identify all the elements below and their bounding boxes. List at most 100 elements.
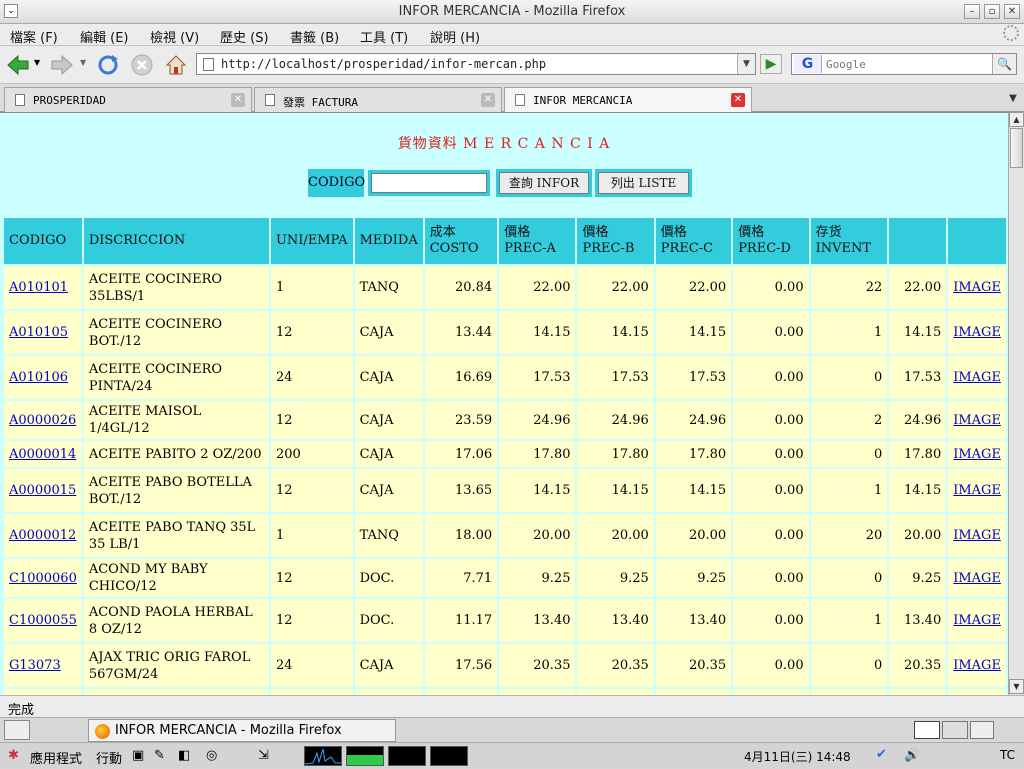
scroll-down-icon[interactable]: ▼ bbox=[1009, 679, 1024, 694]
codigo-link[interactable]: A010105 bbox=[9, 325, 68, 340]
menu-view[interactable]: 檢視 (V) bbox=[150, 27, 199, 46]
liste-button[interactable]: 列出 LISTE bbox=[595, 169, 692, 197]
cell-prec-c: 22.00 bbox=[655, 266, 732, 309]
url-dropdown-icon[interactable]: ▼ bbox=[737, 54, 755, 74]
cell-costo: 13.65 bbox=[424, 469, 498, 512]
codigo-input[interactable] bbox=[371, 173, 487, 193]
firefox-tray-icon[interactable] bbox=[970, 721, 994, 739]
codigo-label: CODIGO bbox=[308, 169, 365, 197]
menu-bookmarks[interactable]: 書籤 (B) bbox=[290, 27, 339, 46]
cell-prec-c: 17.53 bbox=[655, 356, 732, 399]
volume-icon[interactable]: 🔊 bbox=[904, 748, 920, 763]
url-bar[interactable]: http://localhost/prosperidad/infor-merca… bbox=[196, 53, 756, 75]
cell-prec-b: 20.00 bbox=[577, 514, 654, 557]
menu-history[interactable]: 歷史 (S) bbox=[220, 27, 269, 46]
stop-icon[interactable] bbox=[130, 53, 154, 77]
google-engine-icon[interactable]: G bbox=[794, 55, 822, 73]
reload-icon[interactable] bbox=[96, 53, 120, 77]
home-icon[interactable] bbox=[164, 53, 188, 77]
minimize-icon[interactable]: – bbox=[964, 4, 980, 19]
workspace-2[interactable] bbox=[942, 721, 968, 739]
header-blank-image bbox=[948, 218, 1006, 264]
web-browser-icon[interactable]: ◎ bbox=[206, 748, 217, 763]
table-row: A0000014 ACEITE PABITO 2 OZ/200 200 CAJA 17.… bbox=[4, 441, 1006, 467]
apps-menu-icon[interactable]: ✱ bbox=[8, 748, 19, 763]
image-link[interactable]: IMAGE bbox=[953, 613, 1001, 628]
cpu-graph-icon bbox=[304, 748, 341, 765]
codigo-link[interactable]: A0000014 bbox=[9, 447, 76, 462]
tab-prosperidad[interactable]: PROSPERIDAD ✕ bbox=[4, 87, 252, 112]
tab-bar: PROSPERIDAD ✕ 發票 FACTURA ✕ INFOR MERCANC… bbox=[0, 84, 1024, 113]
image-link[interactable]: IMAGE bbox=[953, 483, 1001, 498]
codigo-link[interactable]: A010106 bbox=[9, 370, 68, 385]
status-text: 完成 bbox=[8, 703, 35, 718]
codigo-link[interactable]: C1000060 bbox=[9, 571, 77, 586]
go-icon[interactable]: ▶ bbox=[760, 54, 782, 74]
page-icon bbox=[203, 58, 214, 71]
codigo-link[interactable]: A0000015 bbox=[9, 483, 76, 498]
search-icon[interactable]: 🔍 bbox=[992, 54, 1016, 74]
codigo-link[interactable]: G13073 bbox=[9, 658, 61, 673]
menu-file[interactable]: 檔案 (F) bbox=[10, 27, 58, 46]
forward-icon[interactable] bbox=[50, 53, 74, 77]
search-input[interactable] bbox=[826, 56, 986, 72]
table-row: G13073 AJAX TRIC ORIG FAROL 567GM/24 24 CAJ… bbox=[4, 644, 1006, 687]
codigo-link[interactable]: A0000026 bbox=[9, 413, 76, 428]
cell-prec-c: 20.00 bbox=[655, 514, 732, 557]
tab-list-icon[interactable]: ▼ bbox=[1004, 90, 1022, 108]
cell-medida: DOC. bbox=[354, 559, 423, 597]
close-tab-icon[interactable]: ✕ bbox=[231, 93, 245, 107]
image-link[interactable]: IMAGE bbox=[953, 280, 1001, 295]
close-tab-icon[interactable]: ✕ bbox=[731, 93, 745, 107]
menu-edit[interactable]: 編輯 (E) bbox=[80, 27, 129, 46]
tab-factura[interactable]: 發票 FACTURA ✕ bbox=[254, 87, 502, 112]
image-link[interactable]: IMAGE bbox=[953, 370, 1001, 385]
infor-button[interactable]: 查詢 INFOR bbox=[496, 169, 592, 197]
cell-codigo: A0000015 bbox=[4, 469, 82, 512]
codigo-link[interactable]: A010101 bbox=[9, 280, 68, 295]
maximize-icon[interactable]: ▫ bbox=[984, 4, 1000, 19]
apps-menu[interactable]: 應用程式 bbox=[30, 748, 82, 767]
workspace-1[interactable] bbox=[914, 721, 940, 739]
close-tab-icon[interactable]: ✕ bbox=[481, 93, 495, 107]
status-bar: 完成 bbox=[0, 695, 1024, 718]
table-row: A0000026 ACEITE MAISOL 1/4GL/12 12 CAJA 23.5… bbox=[4, 401, 1006, 439]
codigo-link[interactable]: C1000055 bbox=[9, 613, 77, 628]
image-link[interactable]: IMAGE bbox=[953, 413, 1001, 428]
image-link[interactable]: IMAGE bbox=[953, 447, 1001, 462]
cell-image: IMAGE bbox=[948, 266, 1006, 309]
image-link[interactable]: IMAGE bbox=[953, 325, 1001, 340]
cell-prec-c: 20.35 bbox=[655, 644, 732, 687]
cell-costo: 20.84 bbox=[424, 266, 498, 309]
back-icon[interactable] bbox=[6, 53, 30, 77]
scroll-up-icon[interactable]: ▲ bbox=[1009, 112, 1024, 127]
exit-icon[interactable]: ⇲ bbox=[258, 748, 269, 763]
cell-costo: 17.56 bbox=[424, 644, 498, 687]
cell-discriccion: ACEITE PABO BOTELLA BOT./12 bbox=[83, 469, 269, 512]
image-link[interactable]: IMAGE bbox=[953, 528, 1001, 543]
tab-infor-mercancia[interactable]: INFOR MERCANCIA ✕ bbox=[504, 87, 752, 113]
taskbar-window-button[interactable]: INFOR MERCANCIA - Mozilla Firefox bbox=[88, 719, 396, 742]
screenshot-icon[interactable]: ◧ bbox=[178, 748, 190, 763]
cell-invent: 2 bbox=[810, 401, 888, 439]
table-row: C1000060 ACOND MY BABY CHICO/12 12 DOC. 7.71… bbox=[4, 559, 1006, 597]
vertical-scrollbar[interactable]: ▲ ▼ bbox=[1008, 112, 1024, 695]
close-icon[interactable]: ✕ bbox=[1004, 4, 1020, 19]
codigo-link[interactable]: A0000012 bbox=[9, 528, 76, 543]
show-desktop-icon[interactable] bbox=[4, 720, 30, 740]
input-method[interactable]: TC bbox=[1000, 748, 1015, 762]
forward-dropdown-icon[interactable]: ▼ bbox=[80, 58, 86, 67]
clock[interactable]: 4月11日(三) 14:48 bbox=[744, 748, 851, 765]
back-dropdown-icon[interactable]: ▼ bbox=[34, 58, 40, 67]
image-link[interactable]: IMAGE bbox=[953, 658, 1001, 673]
cell-price: 9.25 bbox=[889, 559, 947, 597]
actions-menu[interactable]: 行動 bbox=[96, 748, 122, 767]
image-link[interactable]: IMAGE bbox=[953, 571, 1001, 586]
terminal-icon[interactable]: ▣ bbox=[132, 748, 144, 763]
scroll-thumb[interactable] bbox=[1010, 128, 1023, 168]
editor-icon[interactable]: ✎ bbox=[154, 748, 165, 763]
update-check-icon[interactable]: ✔ bbox=[876, 747, 887, 762]
cell-uni-empa: 24 bbox=[270, 644, 353, 687]
menu-help[interactable]: 說明 (H) bbox=[430, 27, 480, 46]
menu-tools[interactable]: 工具 (T) bbox=[360, 27, 408, 46]
